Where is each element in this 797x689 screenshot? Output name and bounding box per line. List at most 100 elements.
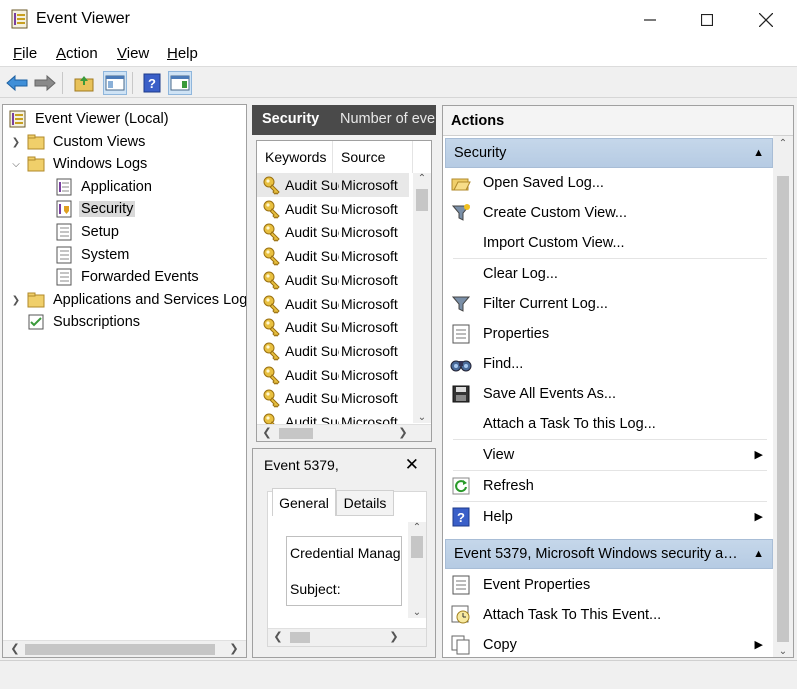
action-attach-task-to-event[interactable]: Attach Task To This Event... bbox=[445, 600, 771, 630]
table-row[interactable]: Audit SuccessMicrosoft Windows security … bbox=[257, 386, 409, 410]
toolbar-separator bbox=[132, 72, 133, 94]
table-row[interactable]: Audit SuccessMicrosoft Windows security … bbox=[257, 244, 409, 268]
action-refresh[interactable]: Refresh bbox=[445, 471, 771, 501]
filter-star-icon bbox=[451, 204, 471, 221]
tree-item-setup[interactable]: Setup bbox=[55, 221, 121, 243]
binoculars-icon bbox=[450, 360, 472, 372]
scrollbar-thumb[interactable] bbox=[411, 536, 423, 558]
scrollbar-thumb[interactable] bbox=[25, 644, 215, 655]
detail-horizontal-scrollbar[interactable]: ❮ ❯ bbox=[268, 628, 426, 646]
collapse-up-icon[interactable]: ▲ bbox=[753, 147, 764, 159]
scroll-right-icon[interactable]: ❯ bbox=[386, 630, 402, 643]
scroll-left-icon[interactable]: ❮ bbox=[270, 630, 286, 643]
tree-item-custom-views[interactable]: ❯ Custom Views bbox=[9, 131, 147, 153]
scroll-up-icon[interactable]: ⌃ bbox=[408, 522, 426, 533]
scroll-left-icon[interactable]: ❮ bbox=[259, 426, 275, 439]
chevron-right-icon[interactable]: ❯ bbox=[9, 137, 23, 148]
tree-item-subscriptions[interactable]: Subscriptions bbox=[27, 311, 142, 333]
scrollbar-thumb[interactable] bbox=[777, 176, 789, 642]
close-detail-icon[interactable]: ✕ bbox=[405, 455, 419, 475]
action-save-all-events-as[interactable]: Save All Events As... bbox=[445, 379, 771, 409]
event-list-vertical-scrollbar[interactable]: ⌃ ⌄ bbox=[413, 173, 431, 423]
table-row[interactable]: Audit SuccessMicrosoft Windows security … bbox=[257, 220, 409, 244]
folder-up-icon bbox=[74, 76, 94, 92]
tree-item-event-viewer-local[interactable]: Event Viewer (Local) bbox=[9, 108, 171, 130]
tree-item-windows-logs[interactable]: ⌵ Windows Logs bbox=[9, 153, 149, 175]
tree-item-system[interactable]: System bbox=[55, 244, 131, 266]
keyword-cell: Audit Success bbox=[285, 366, 339, 383]
chevron-down-icon[interactable]: ⌵ bbox=[9, 159, 23, 170]
action-properties[interactable]: Properties bbox=[445, 319, 771, 349]
properties-icon bbox=[452, 324, 470, 344]
action-find[interactable]: Find... bbox=[445, 349, 771, 379]
tree-item-application[interactable]: Application bbox=[55, 176, 154, 198]
table-row[interactable]: Audit SuccessMicrosoft Windows security … bbox=[257, 339, 409, 363]
scroll-down-icon[interactable]: ⌄ bbox=[773, 646, 793, 657]
action-attach-task-to-log[interactable]: Attach a Task To this Log... bbox=[445, 409, 771, 439]
scroll-left-icon[interactable]: ❮ bbox=[7, 642, 23, 655]
collapse-up-icon[interactable]: ▲ bbox=[753, 548, 764, 560]
help-button[interactable]: ? bbox=[140, 71, 164, 95]
action-event-properties[interactable]: Event Properties bbox=[445, 570, 771, 600]
action-create-custom-view[interactable]: Create Custom View... bbox=[445, 198, 771, 228]
action-copy[interactable]: Copy ▶ bbox=[445, 630, 771, 657]
scroll-right-icon[interactable]: ❯ bbox=[395, 426, 411, 439]
action-help[interactable]: ? Help ▶ bbox=[445, 502, 771, 532]
scroll-down-icon[interactable]: ⌄ bbox=[408, 607, 426, 618]
action-view[interactable]: View ▶ bbox=[445, 440, 771, 470]
event-viewer-icon bbox=[9, 110, 26, 128]
back-button[interactable] bbox=[5, 71, 29, 95]
console-tree-pane[interactable]: Event Viewer (Local) ❯ Custom Views ⌵ Wi… bbox=[2, 104, 247, 658]
event-description-box[interactable]: Credential Manager credentials were read… bbox=[286, 536, 402, 606]
scrollbar-thumb[interactable] bbox=[416, 189, 428, 211]
action-open-saved-log[interactable]: Open Saved Log... bbox=[445, 168, 771, 198]
action-filter-current-log[interactable]: Filter Current Log... bbox=[445, 289, 771, 319]
show-hide-action-pane-button[interactable] bbox=[168, 71, 192, 95]
forward-arrow-icon bbox=[34, 74, 56, 92]
action-clear-log[interactable]: Clear Log... bbox=[445, 259, 771, 289]
tree-item-security[interactable]: Security bbox=[55, 198, 136, 220]
scroll-down-icon[interactable]: ⌄ bbox=[413, 412, 431, 423]
source-cell: Microsoft Windows security auditing. bbox=[341, 295, 399, 312]
tree-item-applications-and-services-logs[interactable]: ❯ Applications and Services Logs bbox=[9, 289, 246, 311]
table-row[interactable]: Audit SuccessMicrosoft Windows security … bbox=[257, 315, 409, 339]
tab-general[interactable]: General bbox=[272, 488, 336, 516]
event-detail-title: Event 5379, bbox=[264, 457, 339, 473]
close-button[interactable] bbox=[738, 0, 794, 40]
scrollbar-thumb[interactable] bbox=[290, 632, 310, 643]
event-list[interactable]: Keywords Source Audit SuccessMicrosoft W… bbox=[256, 140, 432, 442]
maximize-button[interactable] bbox=[679, 0, 735, 40]
actions-section-security[interactable]: Security ▲ bbox=[445, 138, 773, 168]
column-header-source[interactable]: Source bbox=[333, 141, 413, 173]
actions-section-event[interactable]: Event 5379, Microsoft Windows security a… bbox=[445, 539, 773, 569]
table-row[interactable]: Audit SuccessMicrosoft Windows security … bbox=[257, 292, 409, 316]
menu-file[interactable]: File bbox=[13, 45, 37, 62]
chevron-right-icon[interactable]: ❯ bbox=[9, 295, 23, 306]
event-list-horizontal-scrollbar[interactable]: ❮ ❯ bbox=[257, 424, 431, 441]
menu-help[interactable]: Help bbox=[167, 45, 198, 62]
submenu-arrow-icon: ▶ bbox=[754, 511, 763, 523]
tab-details[interactable]: Details bbox=[336, 490, 394, 516]
tree-item-forwarded-events[interactable]: Forwarded Events bbox=[55, 266, 201, 288]
scroll-up-icon[interactable]: ⌃ bbox=[413, 173, 431, 184]
detail-vertical-scrollbar[interactable]: ⌃ ⌄ bbox=[408, 522, 426, 618]
source-cell: Microsoft Windows security auditing. bbox=[341, 342, 399, 359]
up-folder-button[interactable] bbox=[72, 71, 96, 95]
forward-button[interactable] bbox=[33, 71, 57, 95]
table-row[interactable]: Audit SuccessMicrosoft Windows security … bbox=[257, 268, 409, 292]
key-icon bbox=[263, 295, 280, 314]
tree-horizontal-scrollbar[interactable]: ❮ ❯ bbox=[3, 640, 246, 657]
action-import-custom-view[interactable]: Import Custom View... bbox=[445, 228, 771, 258]
scroll-up-icon[interactable]: ⌃ bbox=[773, 138, 793, 149]
minimize-button[interactable] bbox=[622, 0, 678, 40]
table-row[interactable]: Audit SuccessMicrosoft Windows security … bbox=[257, 173, 409, 197]
menu-action[interactable]: Action bbox=[56, 45, 98, 62]
column-header-keywords[interactable]: Keywords bbox=[257, 141, 333, 173]
table-row[interactable]: Audit SuccessMicrosoft Windows security … bbox=[257, 363, 409, 387]
scrollbar-thumb[interactable] bbox=[279, 428, 313, 439]
menu-view[interactable]: View bbox=[117, 45, 149, 62]
show-hide-console-tree-button[interactable] bbox=[103, 71, 127, 95]
table-row[interactable]: Audit SuccessMicrosoft Windows security … bbox=[257, 197, 409, 221]
scroll-right-icon[interactable]: ❯ bbox=[226, 642, 242, 655]
actions-vertical-scrollbar[interactable]: ⌃ ⌄ bbox=[773, 136, 793, 657]
